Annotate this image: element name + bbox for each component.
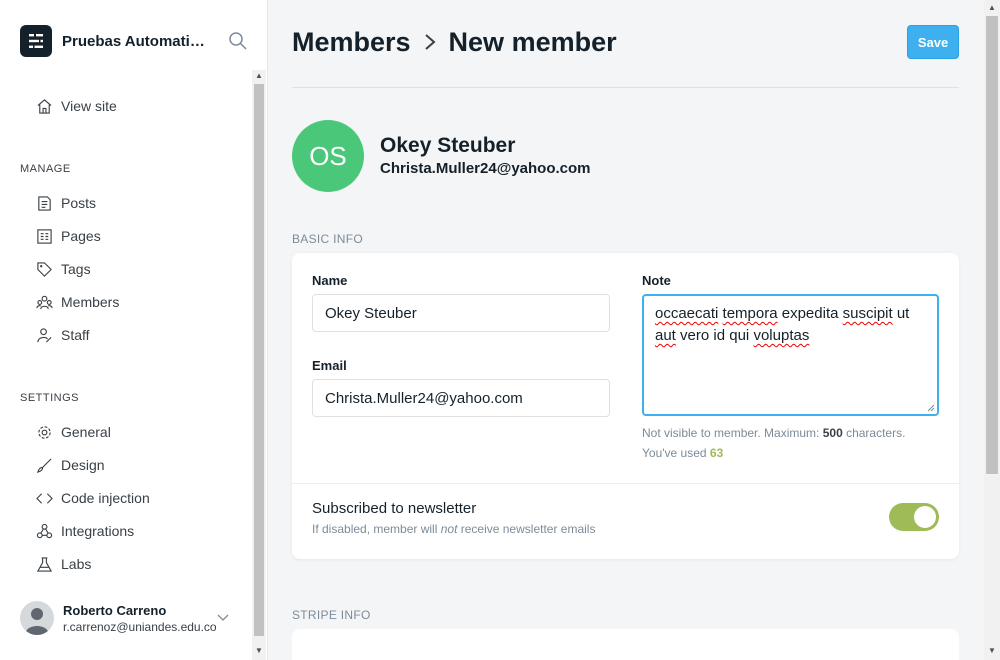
note-textarea[interactable]: occaecati tempora expedita suscipit ut a… (642, 294, 939, 416)
member-email: Christa.Muller24@yahoo.com (380, 160, 591, 177)
user-email: r.carrenoz@uniandes.edu.co (63, 619, 217, 634)
sidebar-item-design[interactable]: Design (36, 453, 105, 477)
tag-icon (37, 261, 52, 277)
main-content: Members New member Save OS Okey Steuber … (268, 0, 984, 660)
manage-section-label: MANAGE (20, 163, 71, 175)
settings-section-label: SETTINGS (20, 392, 80, 404)
note-text: occaecati tempora expedita suscipit ut a… (655, 305, 910, 344)
sidebar-item-label: Members (61, 294, 120, 310)
site-title: Pruebas Automatizadas (62, 32, 210, 50)
email-input[interactable]: Christa.Muller24@yahoo.com (312, 379, 610, 417)
note-help-text: Not visible to member. Maximum: 500 char… (642, 426, 906, 460)
member-avatar: OS (292, 120, 364, 192)
sidebar-scrollbar[interactable]: ▲ ▼ (252, 70, 266, 660)
sidebar-scroll-thumb[interactable] (254, 84, 264, 636)
note-label: Note (642, 273, 671, 288)
sidebar-item-members[interactable]: Members (36, 290, 119, 314)
header-divider (292, 87, 959, 88)
email-label: Email (312, 358, 347, 373)
sidebar-item-label: Labs (61, 556, 92, 572)
stripe-info-card (292, 629, 959, 660)
home-icon (37, 98, 52, 114)
note-used-count: 63 (709, 446, 724, 460)
breadcrumb-members-link[interactable]: Members (292, 27, 411, 58)
code-icon (36, 492, 53, 504)
page-title: New member (448, 26, 617, 57)
posts-icon (38, 195, 51, 211)
basic-info-card: Name Okey Steuber Email Christa.Muller24… (292, 253, 959, 559)
sidebar-nav: View site MANAGE Posts Pages Tags Member… (0, 70, 252, 660)
member-name: Okey Steuber (380, 134, 516, 157)
sidebar: Pruebas Automatizadas View site MANAGE P… (0, 0, 268, 660)
gear-icon (38, 425, 51, 439)
sidebar-item-view-site[interactable]: View site (36, 94, 117, 118)
card-divider (292, 483, 959, 484)
main-scrollbar[interactable]: ▲ ▼ (984, 0, 1000, 660)
site-logo-icon (20, 25, 52, 57)
sidebar-item-label: View site (61, 98, 117, 114)
sidebar-item-tags[interactable]: Tags (36, 257, 91, 281)
chevron-down-icon (216, 610, 230, 624)
sidebar-item-label: Integrations (61, 523, 135, 539)
sidebar-item-label: Code injection (61, 490, 150, 506)
sidebar-item-label: Design (61, 457, 105, 473)
chevron-right-icon (424, 34, 436, 50)
pages-icon (37, 228, 52, 244)
sidebar-item-labs[interactable]: Labs (36, 552, 91, 576)
members-icon (36, 295, 53, 309)
user-menu[interactable]: Roberto Carreno r.carrenoz@uniandes.edu.… (20, 600, 240, 636)
user-name: Roberto Carreno (63, 602, 167, 618)
search-icon[interactable] (228, 31, 248, 51)
sidebar-item-staff[interactable]: Staff (36, 323, 90, 347)
save-button[interactable]: Save (907, 25, 959, 59)
sidebar-item-label: General (61, 424, 111, 440)
sidebar-item-posts[interactable]: Posts (36, 191, 96, 215)
basic-info-title: BASIC INFO (292, 232, 364, 246)
sidebar-item-label: Tags (61, 261, 91, 277)
toggle-knob (914, 506, 936, 528)
newsletter-description: If disabled, member will not receive new… (312, 522, 596, 536)
sidebar-item-general[interactable]: General (36, 420, 111, 444)
scroll-up-icon[interactable]: ▲ (252, 70, 266, 82)
newsletter-toggle[interactable] (889, 503, 939, 531)
scroll-down-icon[interactable]: ▼ (984, 645, 1000, 657)
flask-icon (36, 556, 53, 572)
sidebar-item-code-injection[interactable]: Code injection (36, 486, 150, 510)
main-scroll-thumb[interactable] (986, 16, 998, 474)
scroll-down-icon[interactable]: ▼ (252, 645, 266, 657)
breadcrumb: Members New member (292, 24, 617, 60)
resize-handle-icon[interactable] (927, 404, 935, 412)
sidebar-item-integrations[interactable]: Integrations (36, 519, 134, 543)
name-input[interactable]: Okey Steuber (312, 294, 610, 332)
staff-icon (37, 327, 52, 343)
newsletter-label: Subscribed to newsletter (312, 500, 477, 517)
sidebar-item-label: Staff (61, 327, 90, 343)
brand[interactable]: Pruebas Automatizadas (20, 25, 210, 57)
scroll-up-icon[interactable]: ▲ (984, 2, 1000, 14)
avatar (20, 601, 54, 635)
brush-icon (36, 457, 52, 473)
sidebar-item-label: Posts (61, 195, 97, 211)
integrations-icon (36, 523, 53, 538)
sidebar-item-pages[interactable]: Pages (36, 224, 101, 248)
note-max: 500 (822, 426, 843, 440)
name-label: Name (312, 273, 348, 288)
sidebar-item-label: Pages (61, 228, 101, 244)
stripe-info-title: STRIPE INFO (292, 608, 371, 622)
